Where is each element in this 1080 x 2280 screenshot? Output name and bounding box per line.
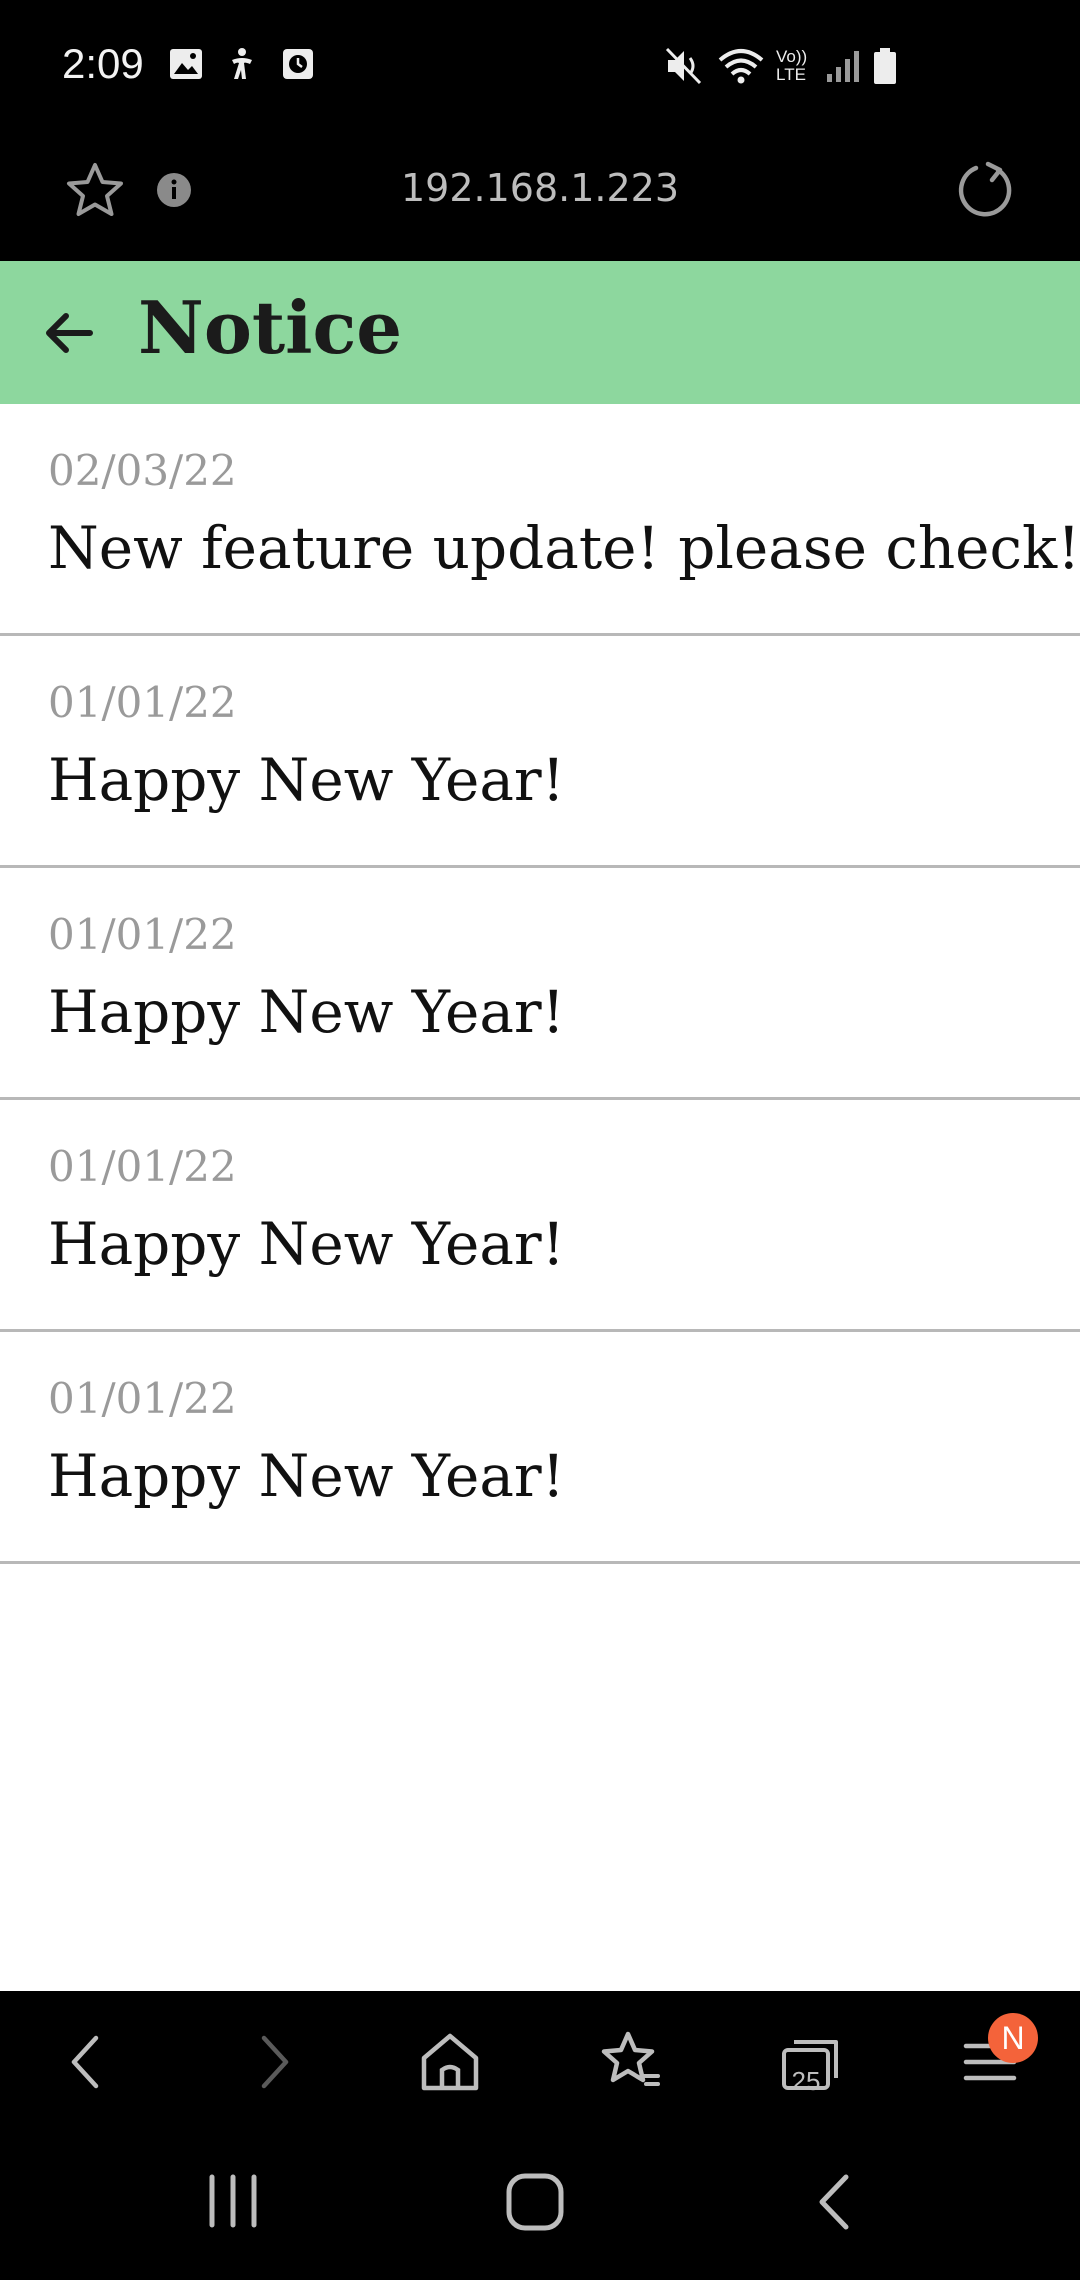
notice-item[interactable]: 01/01/22 Happy New Year!: [0, 636, 1080, 868]
notice-title: Happy New Year!: [48, 978, 565, 1046]
mute-icon: [665, 47, 702, 85]
page-title: Notice: [138, 285, 403, 370]
system-home-icon[interactable]: [504, 2171, 566, 2233]
back-arrow-icon[interactable]: [42, 307, 96, 359]
clock-icon: [283, 49, 313, 79]
recent-apps-icon[interactable]: [202, 2171, 264, 2231]
notice-item[interactable]: 02/03/22 New feature update! please chec…: [0, 404, 1080, 636]
browser-forward-icon[interactable]: [236, 2026, 308, 2098]
battery-icon: [874, 48, 896, 84]
notice-item[interactable]: 01/01/22 Happy New Year!: [0, 1332, 1080, 1564]
app-header: Notice: [0, 261, 1080, 404]
tabs-count: 25: [791, 2066, 821, 2096]
notice-list: 02/03/22 New feature update! please chec…: [0, 404, 1080, 1564]
bookmarks-icon[interactable]: [594, 2026, 666, 2098]
home-icon[interactable]: [414, 2026, 486, 2098]
notice-date: 01/01/22: [48, 910, 237, 959]
notice-date: 01/01/22: [48, 1374, 237, 1423]
system-back-icon[interactable]: [808, 2171, 860, 2233]
signal-icon: [827, 51, 859, 82]
accessibility-icon: [232, 48, 252, 79]
browser-back-icon[interactable]: [52, 2026, 124, 2098]
browser-toolbar: 25: [0, 1991, 1080, 2133]
browser-url-bar: 192.168.1.223: [0, 138, 1080, 261]
menu-badge: N: [988, 2013, 1038, 2063]
wifi-icon: [718, 49, 764, 84]
url-text[interactable]: 192.168.1.223: [0, 166, 1080, 210]
notice-title: Happy New Year!: [48, 1210, 565, 1278]
system-nav-bar: [0, 2133, 1080, 2280]
notice-item[interactable]: 01/01/22 Happy New Year!: [0, 868, 1080, 1100]
image-icon: [170, 49, 202, 79]
status-bar: 2:09 Vo)) LTE: [0, 0, 1080, 138]
notice-date: 01/01/22: [48, 1142, 237, 1191]
status-time: 2:09: [62, 40, 144, 87]
notice-item[interactable]: 01/01/22 Happy New Year!: [0, 1100, 1080, 1332]
notice-date: 01/01/22: [48, 678, 237, 727]
reload-icon[interactable]: [954, 160, 1016, 222]
notice-title: New feature update! please check!: [48, 514, 1080, 582]
notice-title: Happy New Year!: [48, 1442, 565, 1510]
volte-icon: Vo)) LTE: [776, 47, 808, 84]
notice-title: Happy New Year!: [48, 746, 565, 814]
notice-date: 02/03/22: [48, 446, 237, 495]
